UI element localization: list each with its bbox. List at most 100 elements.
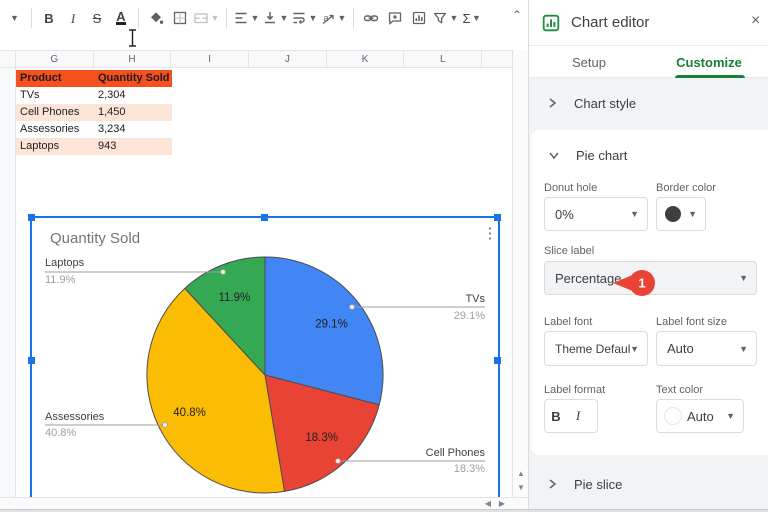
vertical-scrollbar[interactable]: ▲ ▼ bbox=[512, 50, 528, 497]
label-font-size-dropdown[interactable]: Auto ▼ bbox=[656, 331, 757, 366]
bold-button[interactable]: B bbox=[38, 6, 60, 30]
selection-handle[interactable] bbox=[494, 357, 501, 364]
slice-label-label: Slice label bbox=[544, 245, 595, 257]
label-font-dropdown[interactable]: Theme Defaul… ▼ bbox=[544, 331, 648, 366]
insert-comment-icon bbox=[388, 12, 402, 25]
text-color-dropdown[interactable]: Auto ▼ bbox=[656, 399, 744, 433]
column-header-I[interactable]: I bbox=[171, 50, 250, 68]
google-sheets-app: { "toolbar": { "items": [ {"id": "toolba… bbox=[0, 0, 768, 512]
strikethrough-button[interactable]: S bbox=[86, 6, 108, 30]
tab-setup[interactable]: Setup bbox=[529, 46, 649, 78]
section-pie-slice[interactable]: Pie slice bbox=[529, 467, 768, 501]
header-cell[interactable]: Product bbox=[16, 70, 94, 87]
text-color-button[interactable]: A bbox=[110, 6, 132, 30]
callout-category-label: TVs bbox=[465, 293, 485, 305]
table-cell[interactable]: Cell Phones bbox=[16, 104, 94, 121]
chevron-down-icon: ▼ bbox=[10, 13, 19, 23]
borders-icon[interactable] bbox=[169, 6, 191, 30]
table-row[interactable]: TVs 2,304 bbox=[16, 87, 172, 104]
column-header-partial[interactable] bbox=[482, 50, 512, 68]
border-color-dropdown[interactable]: ▼ bbox=[656, 197, 706, 231]
callout-anchor-dot bbox=[162, 422, 168, 428]
text-color-label: Text color bbox=[656, 384, 704, 396]
bold-button[interactable]: B bbox=[545, 409, 567, 424]
create-filter-icon[interactable]: ▼ bbox=[432, 6, 459, 30]
callout-anchor-dot bbox=[349, 304, 355, 310]
label-font-value: Theme Defaul… bbox=[555, 341, 631, 356]
close-icon[interactable]: × bbox=[751, 12, 760, 30]
bold-glyph: B bbox=[44, 10, 54, 26]
chevron-right-icon bbox=[546, 97, 558, 109]
horizontal-align-icon[interactable]: ▼ bbox=[233, 6, 260, 30]
hide-menus-button[interactable]: ⌃ bbox=[507, 8, 527, 28]
table-header-row[interactable]: Product Quantity Sold bbox=[16, 70, 172, 87]
chevron-down-icon: ▼ bbox=[726, 411, 735, 421]
table-cell[interactable]: TVs bbox=[16, 87, 94, 104]
horizontal-scrollbar[interactable]: ◀ ▶ bbox=[0, 497, 528, 509]
text-rotation-icon: a bbox=[322, 13, 334, 25]
insert-link-icon[interactable] bbox=[360, 6, 382, 30]
panel-title: Chart editor bbox=[571, 14, 650, 31]
tab-customize[interactable]: Customize bbox=[649, 46, 768, 78]
functions-button[interactable]: Σ ▼ bbox=[461, 6, 483, 30]
toolbar-overflow-icon[interactable]: ▼ bbox=[3, 6, 25, 30]
merge-cells-icon: ▼ bbox=[193, 6, 220, 30]
column-header-L[interactable]: L bbox=[404, 50, 483, 68]
chevron-down-icon: ▼ bbox=[630, 209, 639, 219]
ibeam-cursor bbox=[129, 29, 136, 47]
table-cell[interactable]: Assessories bbox=[16, 121, 94, 138]
italic-button[interactable]: I bbox=[567, 408, 589, 424]
fill-color-icon[interactable] bbox=[145, 6, 167, 30]
callout-category-label: Laptops bbox=[45, 257, 85, 269]
table-cell[interactable]: 2,304 bbox=[94, 87, 172, 104]
selection-handle[interactable] bbox=[28, 214, 35, 221]
grid-corner[interactable] bbox=[0, 50, 16, 68]
row-header-strip bbox=[0, 68, 16, 497]
toolbar-divider bbox=[31, 8, 32, 28]
table-cell[interactable]: 3,234 bbox=[94, 121, 172, 138]
column-header-K[interactable]: K bbox=[326, 50, 405, 68]
chevron-down-icon: ▼ bbox=[449, 13, 459, 23]
header-cell[interactable]: Quantity Sold bbox=[94, 70, 172, 87]
spreadsheet-grid[interactable]: GHIJKL Product Quantity Sold TVs 2,304 Cell … bbox=[0, 50, 512, 497]
scroll-left-icon[interactable]: ◀ bbox=[482, 499, 494, 509]
toolbar-divider bbox=[138, 8, 139, 28]
chevron-down-icon: ▼ bbox=[472, 13, 481, 23]
column-header-J[interactable]: J bbox=[249, 50, 327, 68]
vertical-align-icon[interactable]: ▼ bbox=[262, 6, 289, 30]
selection-handle[interactable] bbox=[261, 214, 268, 221]
column-header-H[interactable]: H bbox=[93, 50, 172, 68]
table-cell[interactable]: Laptops bbox=[16, 138, 94, 155]
table-cell[interactable]: 943 bbox=[94, 138, 172, 155]
insert-comment-icon[interactable] bbox=[384, 6, 406, 30]
chevron-down-icon: ▼ bbox=[308, 13, 318, 23]
table-row[interactable]: Laptops 943 bbox=[16, 138, 172, 155]
donut-hole-dropdown[interactable]: 0% ▼ bbox=[544, 197, 648, 231]
table-row[interactable]: Cell Phones 1,450 bbox=[16, 104, 172, 121]
label-format-group: B I bbox=[544, 399, 598, 433]
text-wrap-icon[interactable]: ▼ bbox=[291, 6, 318, 30]
embedded-chart[interactable]: 29.1% 18.3% 40.8% 11.9% Laptops 11.9% TVs 29.1%… bbox=[28, 214, 501, 497]
column-header-G[interactable]: G bbox=[15, 50, 94, 68]
selection-handle[interactable] bbox=[494, 214, 501, 221]
fill-color-icon bbox=[151, 12, 164, 24]
italic-button[interactable]: I bbox=[62, 6, 84, 30]
table-cell[interactable]: 1,450 bbox=[94, 104, 172, 121]
chevron-down-icon: ▼ bbox=[630, 343, 639, 354]
italic-glyph: I bbox=[70, 10, 76, 26]
scroll-right-icon[interactable]: ▶ bbox=[496, 499, 508, 509]
insert-chart-icon[interactable] bbox=[408, 6, 430, 30]
slice-percent-label: 29.1% bbox=[315, 319, 348, 331]
text-rotation-icon[interactable]: a ▼ bbox=[320, 6, 347, 30]
chart-options-menu-icon[interactable]: ⋮ bbox=[482, 224, 498, 242]
selection-handle[interactable] bbox=[28, 357, 35, 364]
callout-percent-label: 40.8% bbox=[45, 427, 76, 439]
chevron-down-icon: ▼ bbox=[250, 13, 260, 23]
section-chart-style[interactable]: Chart style bbox=[529, 86, 768, 120]
label-format-label: Label format bbox=[544, 384, 606, 396]
callout-percent-label: 11.9% bbox=[45, 274, 76, 286]
scroll-up-icon[interactable]: ▲ bbox=[515, 468, 527, 480]
scroll-down-icon[interactable]: ▼ bbox=[515, 482, 527, 494]
section-pie-chart[interactable]: Pie chart bbox=[531, 138, 768, 172]
table-row[interactable]: Assessories 3,234 bbox=[16, 121, 172, 138]
